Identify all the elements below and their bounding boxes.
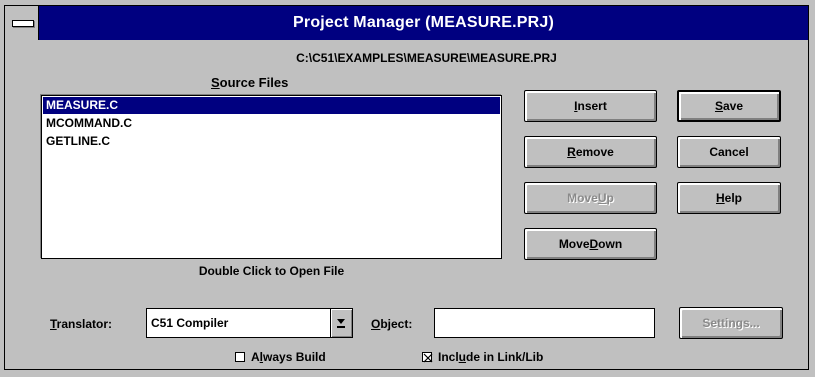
list-item[interactable]: MEASURE.C [43,97,500,114]
source-files-label: Source Files [211,75,289,90]
window-title: Project Manager (MEASURE.PRJ) [293,14,554,31]
checkbox-box[interactable] [422,352,433,363]
move-down-button[interactable]: Move Down [524,228,657,260]
double-click-hint: Double Click to Open File [198,264,345,278]
list-item[interactable]: GETLINE.C [43,133,500,150]
cancel-button[interactable]: Cancel [677,136,781,168]
translator-select[interactable]: C51 Compiler [146,308,353,338]
settings-button[interactable]: Settings... [679,307,783,339]
check-mark-icon [423,353,433,363]
object-field[interactable] [434,308,655,338]
translator-value: C51 Compiler [151,316,229,330]
arrow-down-icon [337,319,345,328]
source-files-listbox[interactable]: MEASURE.C MCOMMAND.C GETLINE.C [41,95,502,259]
system-menu-icon [12,20,34,27]
list-item[interactable]: MCOMMAND.C [43,115,500,132]
move-up-button[interactable]: Move Up [524,182,657,214]
always-build-checkbox[interactable]: Always Build [235,350,326,364]
include-in-link-checkbox[interactable]: Include in Link/Lib [422,350,543,364]
checkbox-box[interactable] [235,352,245,362]
dropdown-button[interactable] [330,309,352,337]
translator-label: Translator: [50,317,113,331]
save-button[interactable]: Save [677,90,781,122]
object-label: Object: [371,317,413,331]
project-path-label: C:\C51\EXAMPLES\MEASURE\MEASURE.PRJ [296,51,557,65]
project-manager-window: Project Manager (MEASURE.PRJ) C:\C51\EXA… [4,5,809,370]
system-menu-button[interactable] [5,6,39,40]
insert-button[interactable]: Insert [524,90,657,122]
remove-button[interactable]: Remove [524,136,657,168]
help-button[interactable]: Help [677,182,781,214]
title-bar[interactable]: Project Manager (MEASURE.PRJ) [5,6,808,40]
